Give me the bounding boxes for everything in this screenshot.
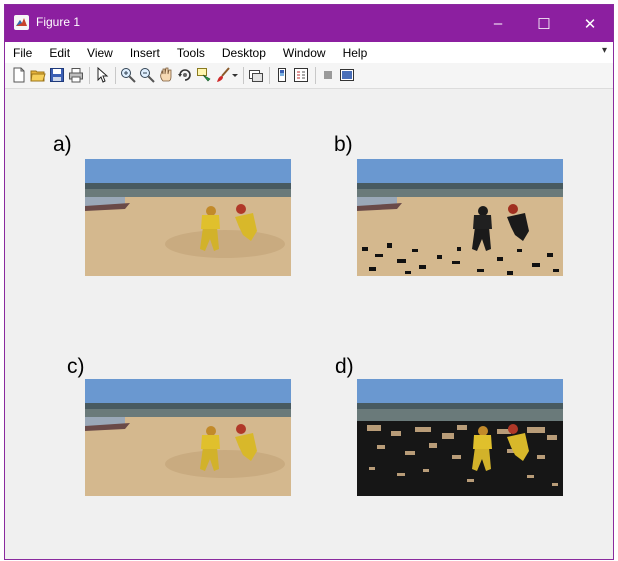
beach-photo-ground-masked — [357, 379, 563, 496]
toolbar-separator — [315, 67, 316, 84]
menu-file[interactable]: File — [5, 46, 41, 60]
insert-colorbar-icon[interactable] — [274, 67, 290, 83]
menu-overflow-icon[interactable]: ▾ — [602, 45, 607, 56]
menu-help[interactable]: Help — [335, 46, 377, 60]
figure-toolbar — [5, 63, 613, 89]
toolbar-separator — [269, 67, 270, 84]
open-file-icon[interactable] — [30, 67, 46, 83]
panel-label-d: d) — [335, 355, 354, 378]
show-plot-tools-icon[interactable] — [339, 67, 355, 83]
zoom-in-icon[interactable] — [120, 67, 136, 83]
beach-photo-original — [85, 159, 291, 276]
menu-insert[interactable]: Insert — [122, 46, 169, 60]
brush-dropdown-icon[interactable] — [231, 67, 239, 83]
insert-legend-icon[interactable] — [293, 67, 309, 83]
pan-icon[interactable] — [158, 67, 174, 83]
matlab-icon — [14, 15, 29, 30]
menu-tools[interactable]: Tools — [169, 46, 214, 60]
menu-bar: File Edit View Insert Tools Desktop Wind… — [5, 42, 613, 63]
panel-label-b: b) — [334, 133, 353, 156]
new-figure-icon[interactable] — [11, 67, 27, 83]
toolbar-separator — [243, 67, 244, 84]
menu-desktop[interactable]: Desktop — [214, 46, 275, 60]
zoom-out-icon[interactable] — [139, 67, 155, 83]
title-bar[interactable]: Figure 1 – ☐ ✕ — [5, 5, 613, 42]
rotate-3d-icon[interactable] — [177, 67, 193, 83]
image-panel-b[interactable] — [357, 159, 563, 276]
toolbar-separator — [89, 67, 90, 84]
beach-photo-original — [85, 379, 291, 496]
panel-label-a: a) — [53, 133, 72, 156]
print-icon[interactable] — [68, 67, 84, 83]
window-title: Figure 1 — [36, 15, 81, 29]
menu-window[interactable]: Window — [275, 46, 335, 60]
figure-window: Figure 1 – ☐ ✕ File Edit View Insert Too… — [4, 4, 614, 560]
image-panel-d[interactable] — [357, 379, 563, 496]
pointer-icon[interactable] — [94, 67, 110, 83]
link-plot-icon[interactable] — [248, 67, 264, 83]
maximize-button[interactable]: ☐ — [521, 5, 567, 42]
close-button[interactable]: ✕ — [567, 5, 613, 42]
beach-photo-people-masked — [357, 159, 563, 276]
toolbar-separator — [115, 67, 116, 84]
menu-view[interactable]: View — [79, 46, 122, 60]
image-panel-c[interactable] — [85, 379, 291, 496]
figure-canvas[interactable]: a) b) c) d) — [5, 89, 613, 559]
data-cursor-icon[interactable] — [196, 67, 212, 83]
hide-plot-tools-icon[interactable] — [320, 67, 336, 83]
panel-label-c: c) — [67, 355, 85, 378]
brush-icon[interactable] — [215, 67, 231, 83]
image-panel-a[interactable] — [85, 159, 291, 276]
save-icon[interactable] — [49, 67, 65, 83]
minimize-button[interactable]: – — [475, 5, 521, 42]
menu-edit[interactable]: Edit — [41, 46, 79, 60]
